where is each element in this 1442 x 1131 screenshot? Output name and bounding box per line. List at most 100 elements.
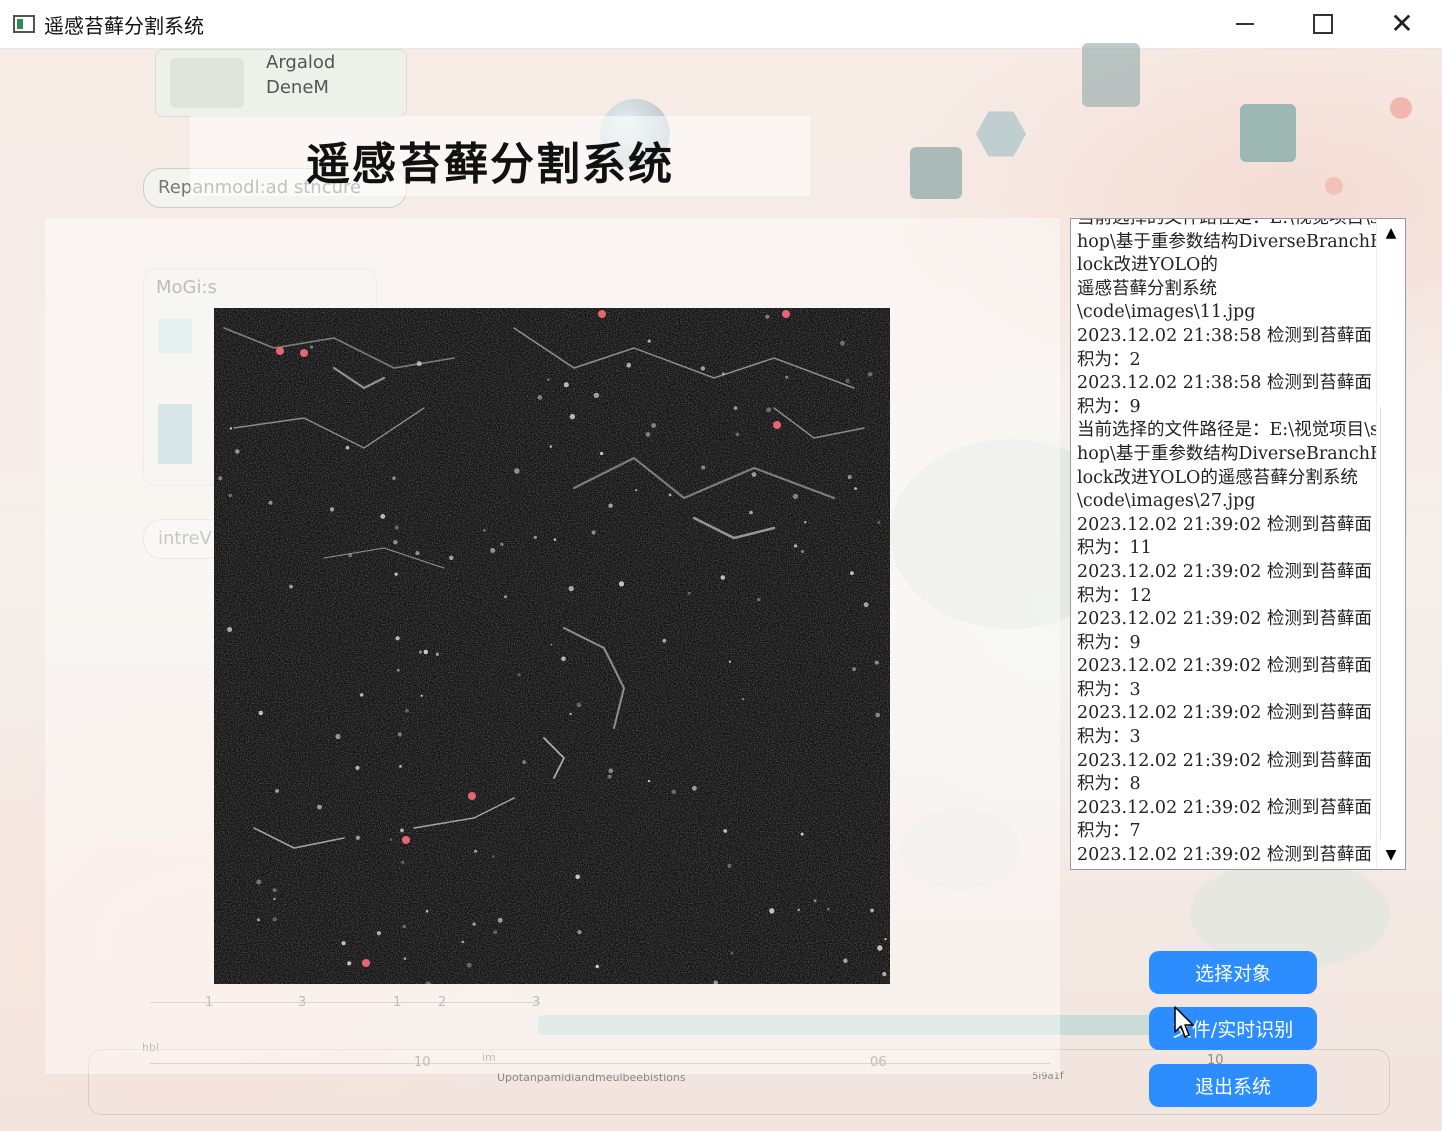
log-line: 2023.12.02 21:39:02 检测到苔藓面积为：7: [1077, 797, 1372, 842]
detection-mark: [468, 792, 476, 800]
decor-dot: [1325, 177, 1343, 195]
image-speck: [765, 314, 770, 319]
close-icon: ✕: [1390, 7, 1414, 40]
image-speck: [490, 548, 496, 553]
image-speck: [600, 451, 604, 456]
image-speck: [423, 649, 429, 655]
log-line: 2023.12.02 21:38:58 检测到苔藓面积为：9: [1077, 373, 1372, 417]
log-line: \code\images\27.jpg: [1077, 491, 1256, 512]
chevron-down-icon[interactable]: ▼: [1377, 841, 1405, 869]
image-speck: [550, 643, 553, 646]
image-speck: [647, 339, 651, 343]
image-speck: [235, 449, 240, 454]
image-speck: [854, 487, 857, 490]
image-speck: [435, 652, 439, 656]
decor-cube: [1082, 43, 1140, 107]
image-speck: [401, 861, 405, 864]
image-speck: [843, 958, 848, 963]
image-speck: [608, 503, 613, 508]
mouse-cursor-icon: [1174, 1006, 1194, 1038]
image-speck: [645, 432, 651, 437]
image-speck: [272, 888, 277, 893]
image-speck: [575, 874, 581, 880]
decor-cube: [1240, 104, 1296, 162]
image-speck: [826, 907, 830, 911]
image-speck: [549, 445, 553, 448]
image-speck: [461, 940, 465, 944]
decor-cube: [910, 147, 962, 199]
maximize-icon: [1313, 14, 1333, 34]
image-speck: [607, 774, 612, 779]
decor-dot: [1390, 97, 1412, 119]
close-button[interactable]: ✕: [1363, 0, 1441, 48]
chevron-up-icon[interactable]: ▲: [1377, 219, 1405, 247]
image-speck: [720, 575, 726, 580]
image-speck: [395, 636, 400, 641]
image-speck: [568, 586, 574, 592]
image-speck: [618, 581, 625, 587]
image-speck: [348, 553, 353, 558]
detection-mark: [782, 310, 790, 318]
image-speck: [500, 542, 504, 546]
image-speck: [847, 475, 852, 479]
log-line: 2023.12.02 21:39:02 检测到苔藓面积为：9: [1077, 609, 1372, 653]
image-speck: [769, 908, 775, 914]
decor-card-text: Argalod DeneM: [266, 52, 336, 98]
select-object-button[interactable]: 选择对象: [1149, 951, 1317, 994]
image-speck: [797, 908, 801, 912]
image-speck: [793, 544, 798, 548]
image-speck: [662, 638, 667, 643]
image-speck: [449, 555, 454, 561]
minimize-button[interactable]: [1206, 0, 1284, 48]
exit-system-button[interactable]: 退出系统: [1149, 1064, 1317, 1107]
image-speck: [514, 468, 520, 474]
image-speck: [671, 789, 676, 795]
log-scrollbar[interactable]: ▲ ▼: [1376, 219, 1405, 869]
log-line: 2023.12.02 21:39:02 检测到苔藓面积为：3: [1077, 656, 1372, 700]
image-speck: [757, 597, 761, 602]
image-speck: [801, 550, 804, 553]
image-speck: [561, 656, 566, 662]
image-speck: [728, 660, 732, 663]
image-speck: [766, 407, 772, 413]
image-display: [214, 308, 890, 984]
image-speck: [355, 765, 360, 770]
image-speck: [396, 668, 400, 672]
image-speck: [341, 941, 346, 946]
image-speck: [687, 591, 691, 595]
image-speck: [577, 930, 582, 935]
image-speck: [466, 962, 472, 968]
image-speck: [877, 521, 881, 525]
image-speck: [591, 530, 596, 535]
image-speck: [393, 540, 398, 545]
image-speck: [741, 698, 745, 701]
image-speck: [537, 395, 543, 400]
image-speck: [608, 768, 614, 774]
maximize-button[interactable]: [1284, 0, 1362, 48]
image-speck: [692, 785, 697, 791]
image-speck: [852, 667, 856, 672]
image-speck: [418, 650, 422, 654]
minimize-icon: [1236, 23, 1254, 25]
image-speck: [493, 930, 498, 934]
log-line: 2023.12.02 21:39:02 检测到苔藓面积为：8: [1077, 750, 1372, 795]
image-speck: [840, 340, 845, 346]
image-speck: [273, 897, 276, 901]
image-speck: [268, 500, 273, 505]
log-line: 当前选择的文件路径是：E:\视觉项目\shop\基于重参数结构DiverseBr…: [1077, 218, 1383, 276]
image-speck: [884, 938, 887, 941]
image-speck: [335, 733, 341, 740]
image-speck: [218, 476, 223, 481]
app-icon: [13, 15, 35, 33]
image-speck: [404, 708, 409, 713]
image-speck: [735, 432, 740, 437]
image-speck: [576, 702, 582, 708]
image-speck: [626, 362, 632, 368]
image-speck: [416, 361, 422, 367]
scroll-thumb[interactable]: [1380, 407, 1403, 839]
image-speck: [256, 879, 262, 885]
image-speck: [727, 863, 732, 868]
image-speck: [563, 382, 569, 388]
detection-log[interactable]: 当前选择的文件路径是：E:\视觉项目\shop\基于重参数结构DiverseBr…: [1070, 218, 1406, 870]
image-speck: [713, 980, 718, 984]
